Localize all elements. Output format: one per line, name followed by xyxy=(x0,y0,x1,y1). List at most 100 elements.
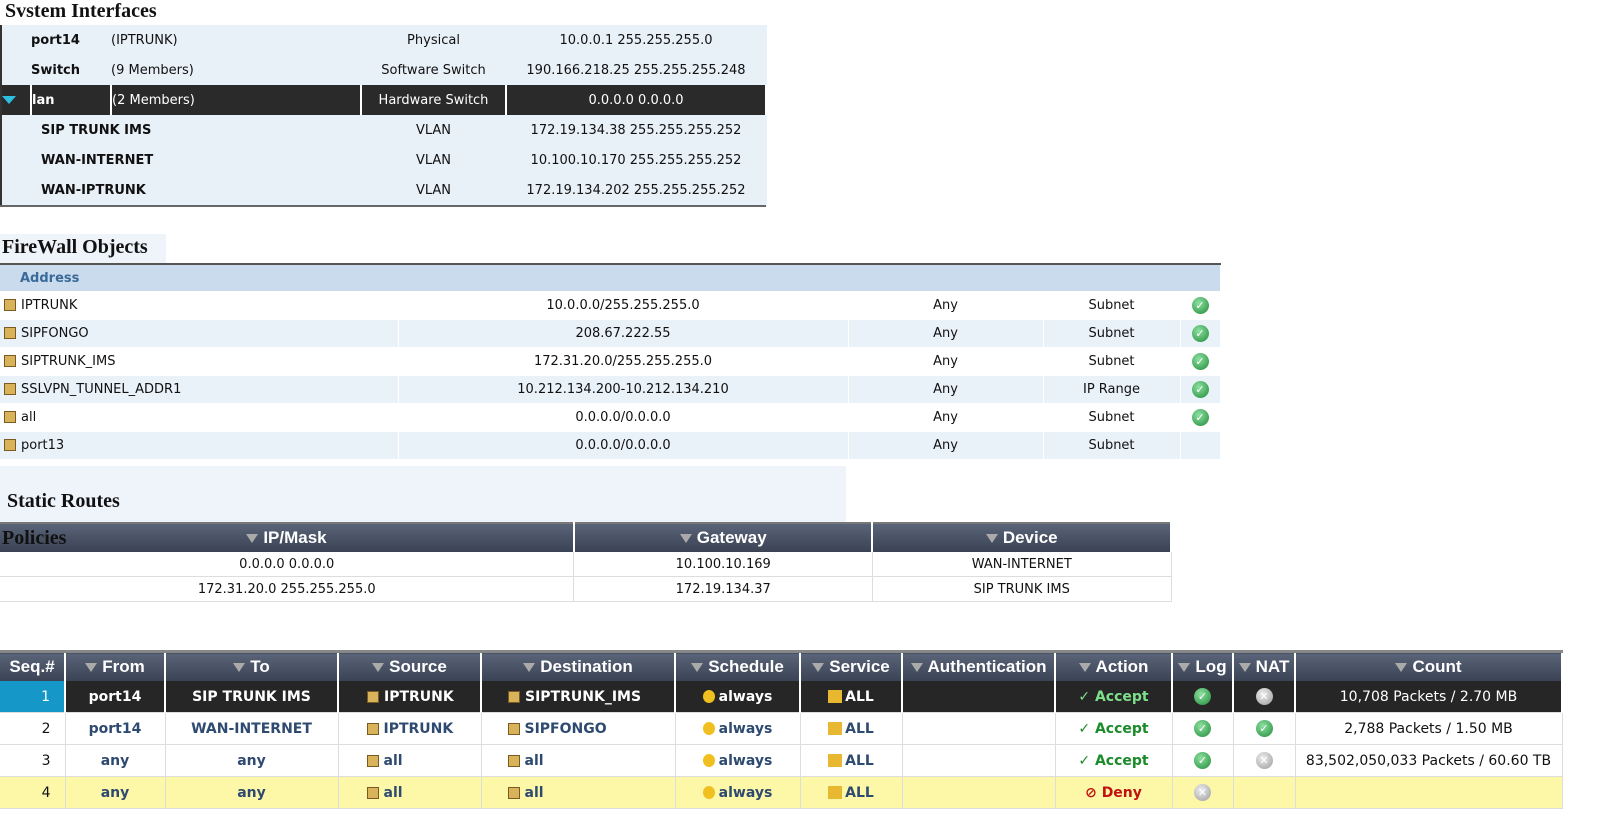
policy-nat[interactable]: ✕ xyxy=(1233,681,1296,713)
policy-header-service[interactable]: Service xyxy=(800,651,903,681)
filter-icon[interactable] xyxy=(372,663,385,672)
address-row[interactable]: all 0.0.0.0/0.0.0.0 Any Subnet ✓ xyxy=(0,403,1221,432)
address-type-text: Subnet xyxy=(1088,298,1135,313)
address-status: ✓ xyxy=(1180,319,1221,348)
policy-action[interactable]: ⊘ Deny xyxy=(1055,776,1173,809)
route-cell-text: WAN-INTERNET xyxy=(971,556,1072,572)
interface-row[interactable]: SIP TRUNK IMS VLAN 172.19.134.38 255.255.2… xyxy=(1,115,766,145)
policy-to[interactable]: SIP TRUNK IMS xyxy=(165,681,339,713)
policy-header-log[interactable]: Log xyxy=(1172,651,1234,681)
policy-header-nat[interactable]: NAT xyxy=(1233,651,1296,681)
policy-seq-text: 2 xyxy=(41,720,51,737)
service-icon xyxy=(828,785,843,799)
filter-icon[interactable] xyxy=(85,663,98,672)
policy-to[interactable]: any xyxy=(165,744,339,777)
policy-service[interactable]: ALL xyxy=(800,776,903,809)
policy-destination[interactable]: all xyxy=(481,776,676,809)
interface-row[interactable]: Switch (9 Members) Software Switch 190.166.… xyxy=(1,55,766,85)
expand-triangle-icon[interactable] xyxy=(2,95,16,104)
policy-header-to[interactable]: To xyxy=(165,651,339,681)
policy-destination[interactable]: SIPTRUNK_IMS xyxy=(481,681,676,713)
policy-header-authentication[interactable]: Authentication xyxy=(902,651,1056,681)
policy-nat[interactable] xyxy=(1233,776,1296,809)
filter-icon[interactable] xyxy=(1238,663,1251,672)
policy-action[interactable]: ✓ Accept xyxy=(1055,681,1173,713)
policy-action[interactable]: ✓ Accept xyxy=(1055,744,1173,777)
policy-source[interactable]: IPTRUNK xyxy=(338,712,482,745)
policy-to-text: SIP TRUNK IMS xyxy=(192,688,311,705)
filter-icon[interactable] xyxy=(812,663,825,672)
policy-header-service-text: Service xyxy=(829,657,890,676)
address-row[interactable]: SIPTRUNK_IMS 172.31.20.0/255.255.255.0 Any… xyxy=(0,347,1221,376)
policy-row[interactable]: 1 port14 SIP TRUNK IMS IPTRUNK SIPTRUNK_IMS a… xyxy=(0,681,1563,713)
policy-to[interactable]: any xyxy=(165,776,339,809)
address-row[interactable]: SIPFONGO 208.67.222.55 Any Subnet ✓ xyxy=(0,319,1221,348)
policy-destination[interactable]: SIPFONGO xyxy=(481,712,676,745)
policy-auth xyxy=(902,744,1056,777)
clock-icon xyxy=(702,689,715,703)
interface-row[interactable]: port14 (IPTRUNK) Physical 10.0.0.1 255.255.… xyxy=(1,25,766,55)
policy-nat[interactable]: ✕ xyxy=(1233,744,1296,777)
policy-schedule[interactable]: always xyxy=(675,744,801,777)
policy-source[interactable]: IPTRUNK xyxy=(338,681,482,713)
policy-row[interactable]: 4 any any all all always ALL ⊘ Deny ✕ xyxy=(0,776,1563,809)
policy-schedule[interactable]: always xyxy=(675,776,801,809)
policy-header-destination[interactable]: Destination xyxy=(481,651,676,681)
policy-source[interactable]: all xyxy=(338,744,482,777)
interface-row[interactable]: WAN-IPTRUNK VLAN 172.19.134.202 255.255.25… xyxy=(1,175,766,206)
policy-row[interactable]: 2 port14 WAN-INTERNET IPTRUNK SIPFONGO always… xyxy=(0,712,1563,745)
route-header-ipmask[interactable]: IP/Mask xyxy=(0,523,575,552)
interface-detail: (IPTRUNK) xyxy=(111,25,361,55)
policy-to[interactable]: WAN-INTERNET xyxy=(165,712,339,745)
address-row[interactable]: port13 0.0.0.0/0.0.0.0 Any Subnet xyxy=(0,431,1221,460)
route-header-device[interactable]: Device xyxy=(872,523,1172,552)
policy-destination[interactable]: all xyxy=(481,744,676,777)
policy-header-count[interactable]: Count xyxy=(1295,651,1563,681)
policy-schedule[interactable]: always xyxy=(675,681,801,713)
policy-log[interactable]: ✓ xyxy=(1172,712,1234,745)
policy-log[interactable]: ✓ xyxy=(1172,744,1234,777)
policy-service[interactable]: ALL xyxy=(800,681,903,713)
filter-icon[interactable] xyxy=(691,663,704,672)
policy-from[interactable]: port14 xyxy=(65,681,166,713)
policy-header-action[interactable]: Action xyxy=(1055,651,1173,681)
filter-icon[interactable] xyxy=(1178,663,1191,672)
policy-from[interactable]: port14 xyxy=(65,712,166,745)
filter-icon[interactable] xyxy=(1395,663,1408,672)
filter-icon[interactable] xyxy=(246,534,259,543)
policy-action[interactable]: ✓ Accept xyxy=(1055,712,1173,745)
address-interface-text: Any xyxy=(933,438,958,453)
policy-service[interactable]: ALL xyxy=(800,712,903,745)
policy-header-from[interactable]: From xyxy=(65,651,166,681)
route-row[interactable]: 0.0.0.0 0.0.0.0 10.100.10.169 WAN-INTERNET xyxy=(0,552,1172,577)
interface-row[interactable]: lan (2 Members) Hardware Switch 0.0.0.0 0.0… xyxy=(1,85,767,115)
address-row[interactable]: SSLVPN_TUNNEL_ADDR1 10.212.134.200-10.212… xyxy=(0,375,1221,404)
address-type-text: Subnet xyxy=(1088,354,1135,369)
address-row[interactable]: IPTRUNK 10.0.0.0/255.255.255.0 Any Subnet ✓ xyxy=(0,291,1221,320)
policy-schedule[interactable]: always xyxy=(675,712,801,745)
policy-log[interactable]: ✓ xyxy=(1172,681,1234,713)
route-header-gateway[interactable]: Gateway xyxy=(573,523,874,552)
filter-icon[interactable] xyxy=(523,663,536,672)
policy-source[interactable]: all xyxy=(338,776,482,809)
policy-row[interactable]: 3 any any all all always ALL ✓ Accept ✓ ✕ 83,502,0… xyxy=(0,744,1563,777)
policy-from[interactable]: any xyxy=(65,776,166,809)
policy-from[interactable]: any xyxy=(65,744,166,777)
filter-icon[interactable] xyxy=(233,663,246,672)
policy-log[interactable]: ✕ xyxy=(1172,776,1234,809)
interface-row[interactable]: WAN-INTERNET VLAN 10.100.10.170 255.255.25… xyxy=(1,145,766,175)
route-cell-text: 172.31.20.0 255.255.255.0 xyxy=(197,581,376,597)
filter-icon[interactable] xyxy=(679,534,692,543)
policy-action-text: Accept xyxy=(1094,688,1149,705)
policy-header-schedule[interactable]: Schedule xyxy=(675,651,801,681)
filter-icon[interactable] xyxy=(1078,663,1091,672)
policy-header-source[interactable]: Source xyxy=(338,651,482,681)
filter-icon[interactable] xyxy=(985,534,998,543)
policy-service[interactable]: ALL xyxy=(800,744,903,777)
expand-cell[interactable] xyxy=(1,85,32,115)
policy-header-schedule-text: Schedule xyxy=(708,657,784,676)
route-row[interactable]: 172.31.20.0 255.255.255.0 172.19.134.37 SI… xyxy=(0,576,1172,602)
policy-header-seq[interactable]: Seq.# xyxy=(0,651,66,681)
filter-icon[interactable] xyxy=(910,663,923,672)
policy-nat[interactable]: ✓ xyxy=(1233,712,1296,745)
